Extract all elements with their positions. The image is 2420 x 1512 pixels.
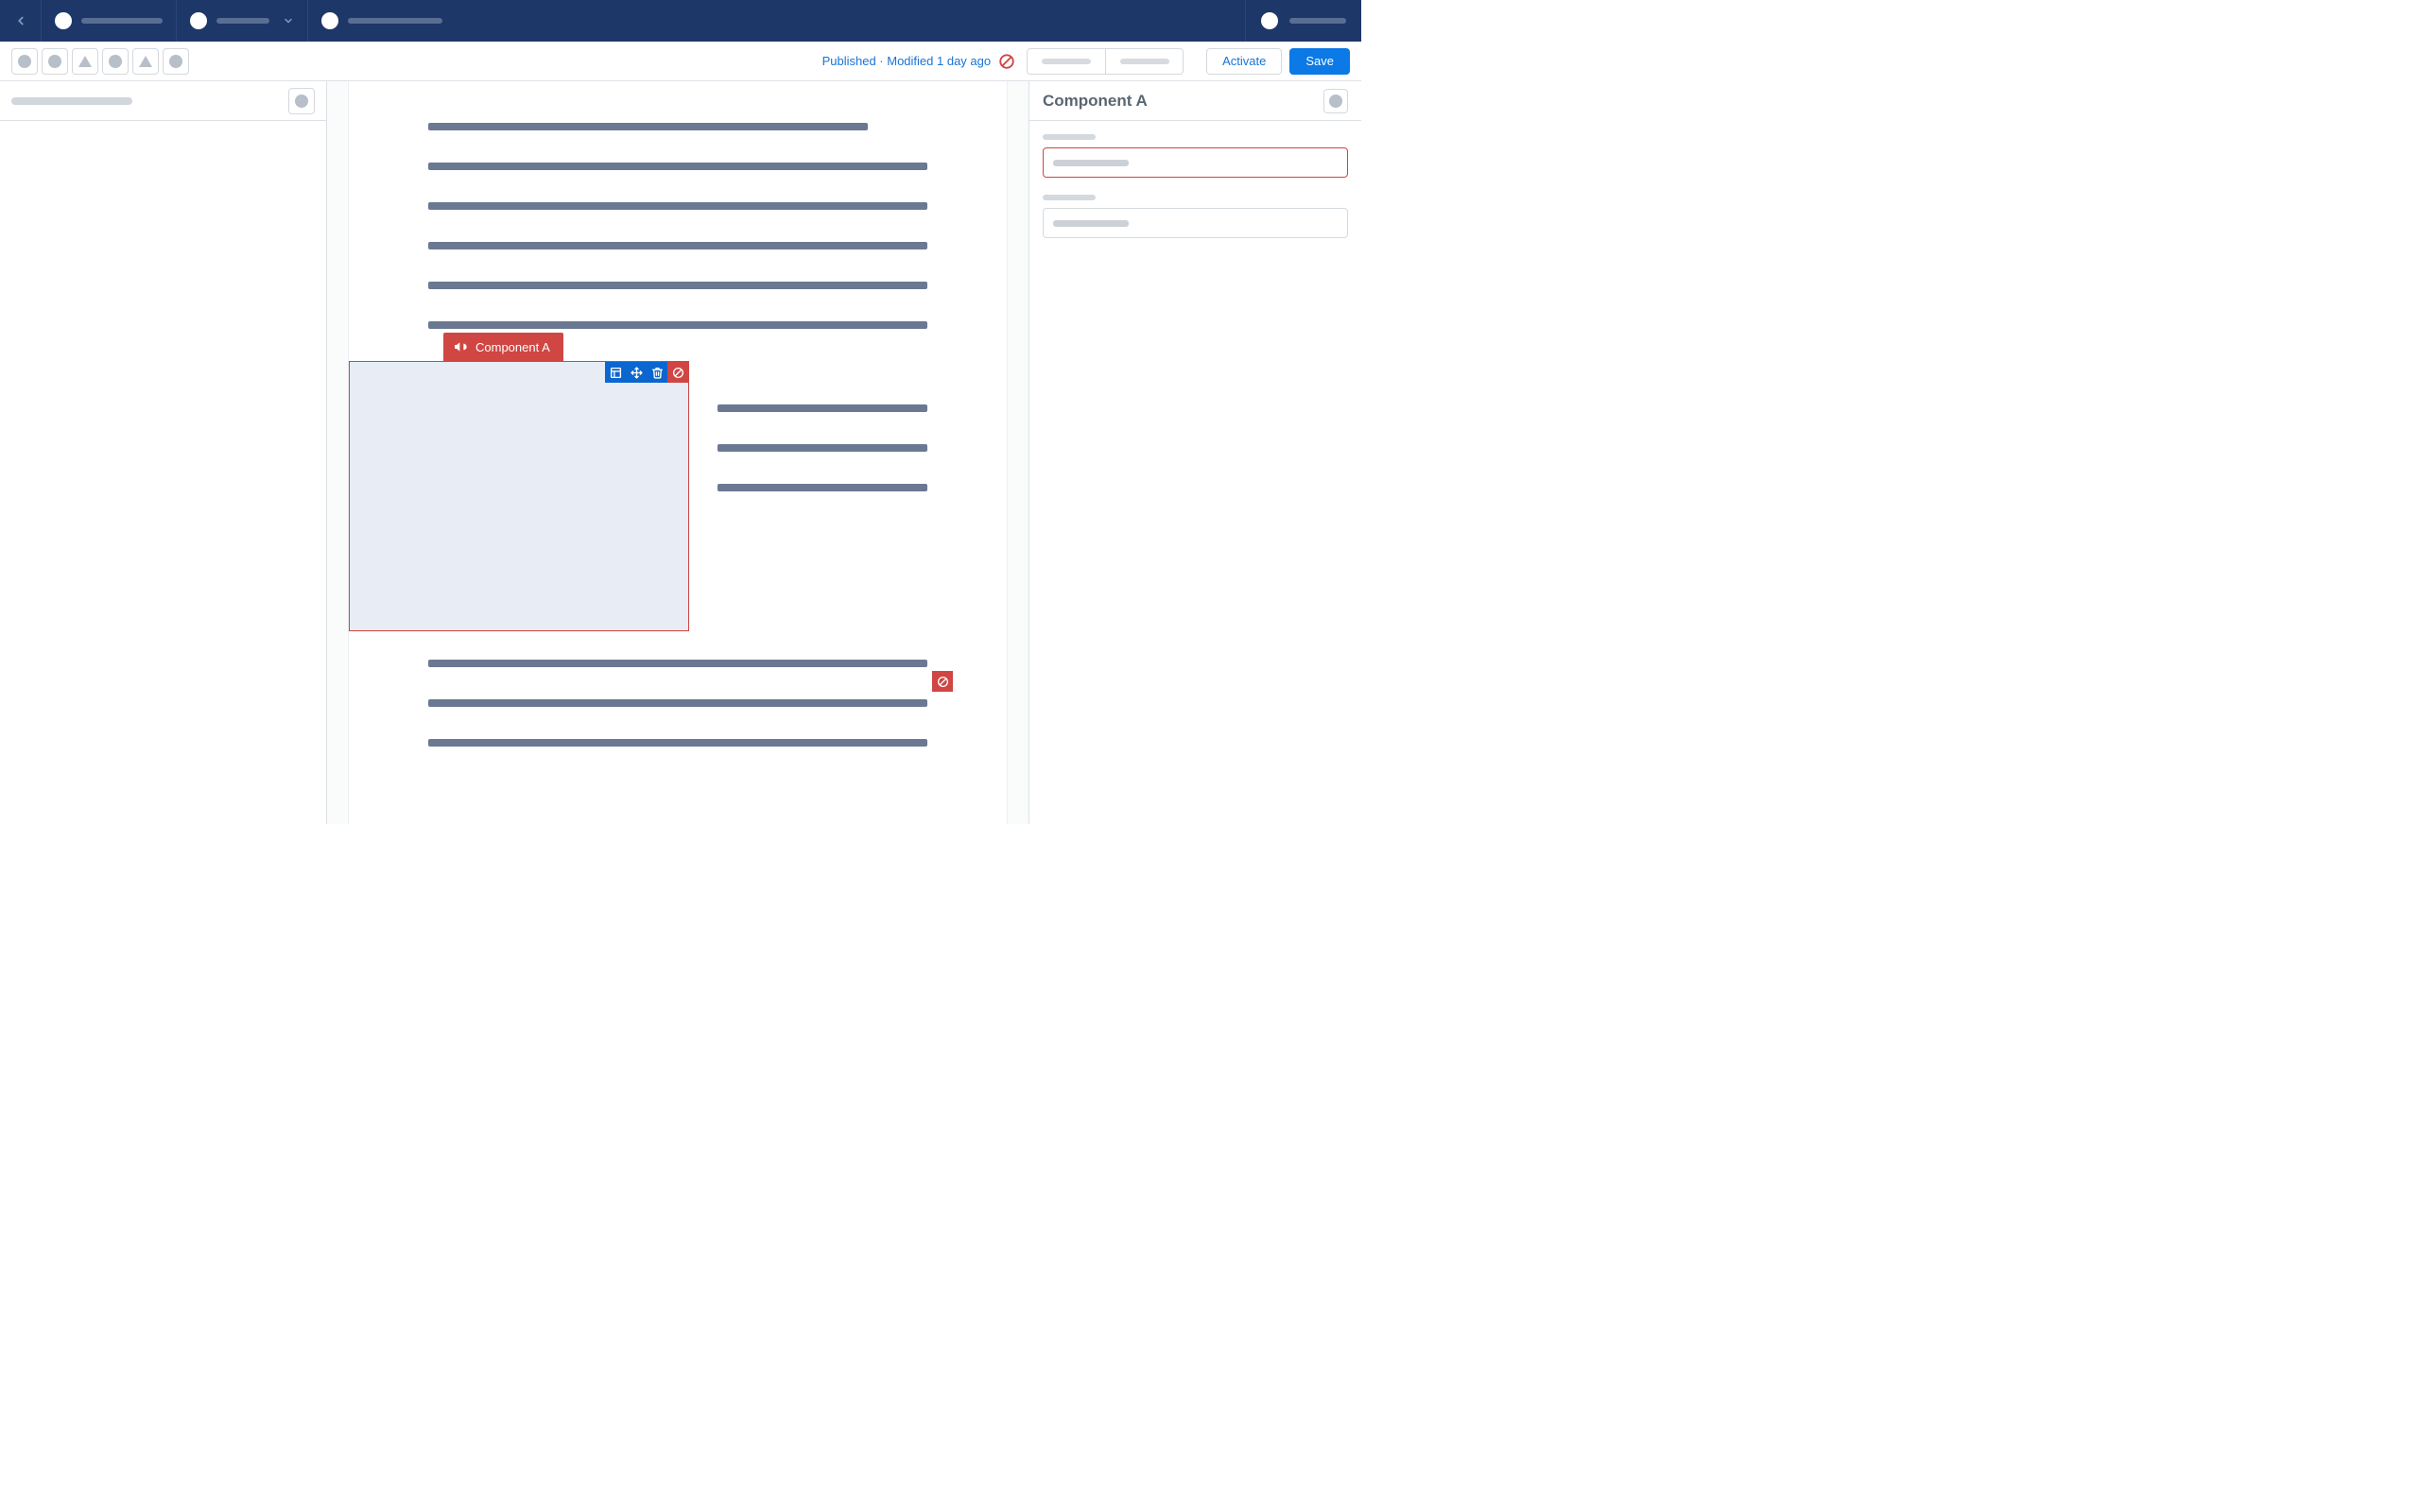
toolbar-button-3[interactable] bbox=[72, 48, 98, 75]
text-line bbox=[428, 123, 868, 130]
header-section-2[interactable] bbox=[177, 0, 308, 42]
text-line bbox=[717, 404, 927, 412]
activate-button[interactable]: Activate bbox=[1206, 48, 1282, 75]
property-label-2 bbox=[1043, 195, 1096, 200]
text-line bbox=[428, 699, 927, 707]
editor-canvas[interactable]: Component A bbox=[327, 81, 1028, 824]
toolbar-button-6[interactable] bbox=[163, 48, 189, 75]
triangle-icon bbox=[78, 56, 92, 67]
component-layout-button[interactable] bbox=[605, 362, 626, 383]
circle-icon bbox=[109, 55, 122, 68]
header-user-name bbox=[1289, 18, 1346, 24]
text-line bbox=[428, 660, 927, 667]
component-move-button[interactable] bbox=[626, 362, 647, 383]
status-warning-icon[interactable] bbox=[998, 53, 1015, 70]
field-placeholder bbox=[1053, 160, 1129, 166]
left-panel-action-button[interactable] bbox=[288, 88, 315, 114]
circle-icon bbox=[48, 55, 61, 68]
toolbar-button-2[interactable] bbox=[42, 48, 68, 75]
back-button[interactable] bbox=[0, 0, 42, 42]
component-delete-button[interactable] bbox=[647, 362, 667, 383]
save-button[interactable]: Save bbox=[1289, 48, 1350, 75]
circle-icon bbox=[18, 55, 31, 68]
wrapped-text bbox=[717, 404, 927, 524]
view-toggle bbox=[1027, 48, 1184, 75]
toolbar-button-1[interactable] bbox=[11, 48, 38, 75]
header-text-3 bbox=[348, 18, 442, 24]
property-field-2[interactable] bbox=[1043, 208, 1348, 238]
prohibit-icon bbox=[672, 367, 684, 379]
property-field-1[interactable] bbox=[1043, 147, 1348, 178]
left-panel bbox=[0, 81, 327, 824]
header-right[interactable] bbox=[1245, 0, 1361, 42]
placeholder-text bbox=[1042, 59, 1091, 64]
header-text-1 bbox=[81, 18, 163, 24]
text-line bbox=[717, 444, 927, 452]
toolbar-button-4[interactable] bbox=[102, 48, 129, 75]
main: Component A bbox=[0, 81, 1361, 824]
move-icon bbox=[631, 367, 643, 379]
header-avatar-2 bbox=[190, 12, 207, 29]
property-panel: Component A bbox=[1028, 81, 1361, 824]
canvas-error-badge[interactable] bbox=[932, 671, 953, 692]
text-line bbox=[428, 242, 927, 249]
property-panel-title: Component A bbox=[1043, 92, 1148, 111]
app-header bbox=[0, 0, 1361, 42]
header-avatar-3 bbox=[321, 12, 338, 29]
circle-icon bbox=[1329, 94, 1342, 108]
field-placeholder bbox=[1053, 220, 1129, 227]
header-text-2 bbox=[216, 18, 269, 24]
toolbar: Published · Modified 1 day ago Activate … bbox=[0, 42, 1361, 81]
component-toolbar bbox=[605, 362, 688, 383]
property-label-1 bbox=[1043, 134, 1096, 140]
circle-icon bbox=[169, 55, 182, 68]
view-toggle-1[interactable] bbox=[1028, 49, 1105, 74]
header-avatar-1 bbox=[55, 12, 72, 29]
component-error-button[interactable] bbox=[667, 362, 688, 383]
component-label-text: Component A bbox=[475, 340, 550, 354]
triangle-icon bbox=[139, 56, 152, 67]
left-panel-title bbox=[11, 97, 132, 105]
trash-icon bbox=[651, 367, 664, 379]
circle-icon bbox=[295, 94, 308, 108]
text-line bbox=[428, 202, 927, 210]
component-label-badge[interactable]: Component A bbox=[443, 333, 563, 361]
left-panel-header bbox=[0, 81, 326, 121]
placeholder-text bbox=[1120, 59, 1169, 64]
chevron-down-icon bbox=[283, 15, 294, 26]
text-line bbox=[428, 739, 927, 747]
prohibit-icon bbox=[937, 676, 949, 688]
toolbar-button-5[interactable] bbox=[132, 48, 159, 75]
layout-icon bbox=[610, 367, 622, 379]
text-line bbox=[428, 282, 927, 289]
megaphone-icon bbox=[453, 339, 468, 354]
header-section-1[interactable] bbox=[42, 0, 177, 42]
selected-component-wrapper: Component A bbox=[349, 361, 927, 631]
page-content: Component A bbox=[348, 81, 1008, 824]
property-panel-body bbox=[1029, 121, 1361, 251]
text-line bbox=[428, 321, 927, 329]
publish-status: Published · Modified 1 day ago bbox=[822, 54, 992, 68]
chevron-left-icon bbox=[14, 14, 27, 27]
text-line bbox=[428, 163, 927, 170]
header-section-3[interactable] bbox=[308, 0, 456, 42]
property-panel-header: Component A bbox=[1029, 81, 1361, 121]
header-avatar-user bbox=[1261, 12, 1278, 29]
property-panel-action-button[interactable] bbox=[1323, 89, 1348, 113]
selected-component[interactable] bbox=[349, 361, 689, 631]
view-toggle-2[interactable] bbox=[1105, 49, 1183, 74]
prohibit-icon bbox=[998, 53, 1015, 70]
text-line bbox=[717, 484, 927, 491]
